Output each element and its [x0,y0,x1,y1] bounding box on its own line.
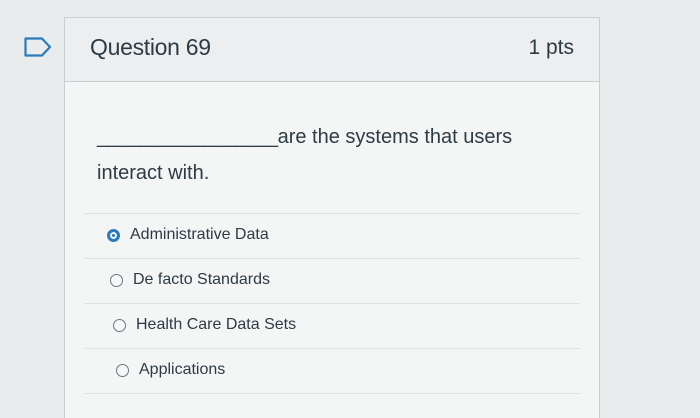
radio-button[interactable] [110,274,123,287]
radio-button-selected[interactable] [107,229,120,242]
radio-button[interactable] [116,364,129,377]
question-points: 1 pts [528,36,574,59]
question-header: Question 69 1 pts [65,18,599,82]
radio-button[interactable] [113,319,126,332]
answer-label[interactable]: Administrative Data [130,226,269,244]
answer-label[interactable]: De facto Standards [133,271,270,289]
question-card: Question 69 1 pts _________________are t… [64,17,600,418]
bookmark-icon[interactable] [24,37,52,57]
answer-option[interactable]: Applications [85,349,580,394]
answer-option[interactable]: Administrative Data [85,214,580,259]
answer-option[interactable]: Health Care Data Sets [85,304,580,349]
answer-blank: _________________ [97,126,278,148]
question-text: _________________are the systems that us… [97,119,567,191]
answer-label[interactable]: Applications [139,361,225,379]
answer-option[interactable]: De facto Standards [85,259,580,304]
answer-list: Administrative Data De facto Standards H… [85,213,580,394]
answer-label[interactable]: Health Care Data Sets [136,316,296,334]
question-title: Question 69 [90,34,211,60]
